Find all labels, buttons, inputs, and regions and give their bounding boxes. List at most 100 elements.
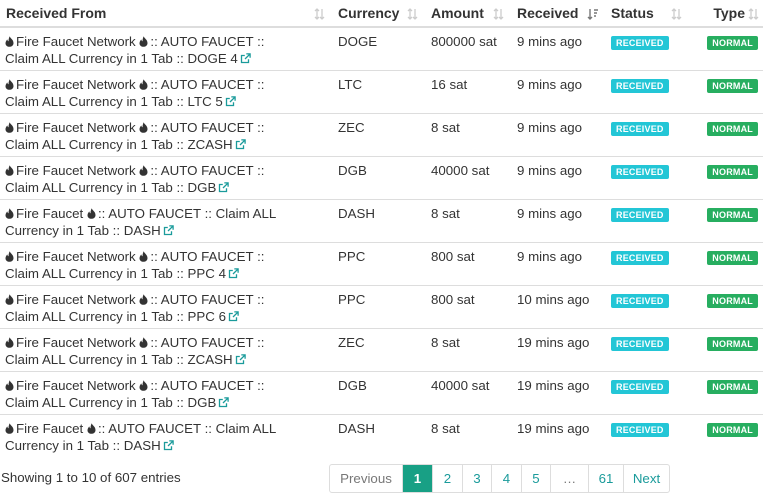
- table-row: Fire Faucet :: AUTO FAUCET :: Claim ALL C…: [0, 198, 763, 242]
- type-badge: NORMAL: [707, 422, 758, 437]
- sort-desc-icon: [587, 9, 598, 20]
- status-badge: RECEIVED: [611, 250, 669, 265]
- amount-cell: 800 sat: [425, 241, 511, 285]
- status-cell: RECEIVED: [605, 155, 689, 199]
- fire-icon: [139, 250, 148, 262]
- pagination-page-61[interactable]: 61: [588, 465, 623, 492]
- source-name-line2: Currency in 1 Tab :: DASH: [5, 222, 161, 238]
- table-row: Fire Faucet Network :: AUTO FAUCET :: Cla…: [0, 370, 763, 414]
- received-cell: 19 mins ago: [511, 413, 605, 457]
- fire-icon: [87, 207, 96, 219]
- pagination-page-1[interactable]: 1: [402, 465, 432, 492]
- source-name: Fire Faucet Network: [16, 119, 136, 135]
- fire-icon: [5, 164, 14, 176]
- pagination-page-3[interactable]: 3: [462, 465, 491, 492]
- source-name-suffix: :: AUTO FAUCET ::: [150, 76, 265, 92]
- type-cell: NORMAL: [689, 198, 763, 242]
- external-link-icon[interactable]: [218, 396, 230, 408]
- status-badge: RECEIVED: [611, 422, 669, 437]
- column-header-status[interactable]: Status: [605, 0, 689, 28]
- table-header-row: Received From Currency Amount Received S…: [0, 0, 763, 28]
- currency-cell: PPC: [332, 241, 425, 285]
- status-badge: RECEIVED: [611, 207, 669, 222]
- entries-info: Showing 1 to 10 of 607 entries: [1, 470, 181, 485]
- source-name: Fire Faucet Network: [16, 377, 136, 393]
- external-link-icon[interactable]: [235, 353, 246, 365]
- external-link-icon[interactable]: [163, 224, 174, 236]
- received-from-cell: Fire Faucet Network :: AUTO FAUCET :: Cla…: [0, 284, 332, 328]
- source-name-suffix: :: AUTO FAUCET ::: [150, 377, 265, 393]
- pagination: Previous 1 2 3 4 5 … 61 Next: [329, 464, 670, 493]
- type-cell: NORMAL: [689, 155, 763, 199]
- currency-cell: LTC: [332, 69, 425, 113]
- fire-icon: [139, 336, 148, 348]
- source-name-suffix: :: AUTO FAUCET ::: [150, 291, 265, 307]
- amount-cell: 8 sat: [425, 413, 511, 457]
- received-from-cell: Fire Faucet Network :: AUTO FAUCET :: Cla…: [0, 26, 332, 70]
- type-cell: NORMAL: [689, 284, 763, 328]
- column-header-received[interactable]: Received: [511, 0, 605, 28]
- column-header-currency[interactable]: Currency: [332, 0, 425, 28]
- currency-cell: DASH: [332, 198, 425, 242]
- column-header-amount[interactable]: Amount: [425, 0, 511, 28]
- pagination-previous-button[interactable]: Previous: [330, 465, 402, 492]
- type-badge: NORMAL: [707, 78, 758, 93]
- pagination-page-2[interactable]: 2: [432, 465, 462, 492]
- type-cell: NORMAL: [689, 26, 763, 70]
- fire-icon: [5, 121, 14, 133]
- status-cell: RECEIVED: [605, 112, 689, 156]
- pagination-page-5[interactable]: 5: [521, 465, 550, 492]
- pagination-next-button[interactable]: Next: [623, 465, 669, 492]
- type-cell: NORMAL: [689, 112, 763, 156]
- source-name-suffix: :: AUTO FAUCET ::: [150, 248, 265, 264]
- type-cell: NORMAL: [689, 327, 763, 371]
- received-cell: 9 mins ago: [511, 69, 605, 113]
- external-link-icon[interactable]: [218, 181, 230, 193]
- source-name-suffix: :: AUTO FAUCET ::: [150, 162, 265, 178]
- pagination-page-4[interactable]: 4: [491, 465, 521, 492]
- sort-icon: [314, 8, 325, 20]
- table-row: Fire Faucet Network :: AUTO FAUCET :: Cla…: [0, 69, 763, 113]
- received-from-cell: Fire Faucet :: AUTO FAUCET :: Claim ALL C…: [0, 413, 332, 457]
- status-badge: RECEIVED: [611, 293, 669, 308]
- external-link-icon[interactable]: [240, 53, 251, 64]
- source-name-line2: Claim ALL Currency in 1 Tab :: PPC 6: [5, 308, 226, 324]
- status-cell: RECEIVED: [605, 241, 689, 285]
- type-cell: NORMAL: [689, 413, 763, 457]
- currency-cell: DOGE: [332, 26, 425, 70]
- received-from-cell: Fire Faucet :: AUTO FAUCET :: Claim ALL C…: [0, 198, 332, 242]
- currency-cell: DGB: [332, 370, 425, 414]
- received-from-cell: Fire Faucet Network :: AUTO FAUCET :: Cla…: [0, 370, 332, 414]
- external-link-icon[interactable]: [163, 439, 174, 451]
- status-cell: RECEIVED: [605, 26, 689, 70]
- source-name-line2: Claim ALL Currency in 1 Tab :: LTC 5: [5, 93, 223, 109]
- fire-icon: [139, 78, 148, 90]
- currency-cell: PPC: [332, 284, 425, 328]
- status-badge: RECEIVED: [611, 164, 669, 179]
- pagination-ellipsis: …: [550, 465, 588, 492]
- column-header-received-from[interactable]: Received From: [0, 0, 332, 28]
- currency-cell: DGB: [332, 155, 425, 199]
- type-cell: NORMAL: [689, 241, 763, 285]
- status-cell: RECEIVED: [605, 370, 689, 414]
- received-cell: 9 mins ago: [511, 26, 605, 70]
- source-name: Fire Faucet Network: [16, 76, 136, 92]
- external-link-icon[interactable]: [228, 267, 239, 279]
- column-header-type[interactable]: Type: [689, 0, 763, 28]
- source-name-suffix: :: AUTO FAUCET :: Claim ALL: [97, 420, 277, 436]
- source-name-line2: Claim ALL Currency in 1 Tab :: DGB: [5, 394, 217, 410]
- received-cell: 19 mins ago: [511, 370, 605, 414]
- status-cell: RECEIVED: [605, 413, 689, 457]
- source-name-line2: Currency in 1 Tab :: DASH: [5, 437, 161, 453]
- status-cell: RECEIVED: [605, 69, 689, 113]
- external-link-icon[interactable]: [235, 138, 246, 150]
- received-cell: 10 mins ago: [511, 284, 605, 328]
- fire-icon: [139, 164, 148, 176]
- source-name-line2: Claim ALL Currency in 1 Tab :: ZCASH: [5, 351, 233, 367]
- amount-cell: 800000 sat: [425, 26, 511, 70]
- external-link-icon[interactable]: [225, 95, 236, 107]
- external-link-icon[interactable]: [228, 310, 239, 322]
- received-from-cell: Fire Faucet Network :: AUTO FAUCET :: Cla…: [0, 69, 332, 113]
- source-name-line2: Claim ALL Currency in 1 Tab :: PPC 4: [5, 265, 226, 281]
- table-row: Fire Faucet Network :: AUTO FAUCET :: Cla…: [0, 327, 763, 371]
